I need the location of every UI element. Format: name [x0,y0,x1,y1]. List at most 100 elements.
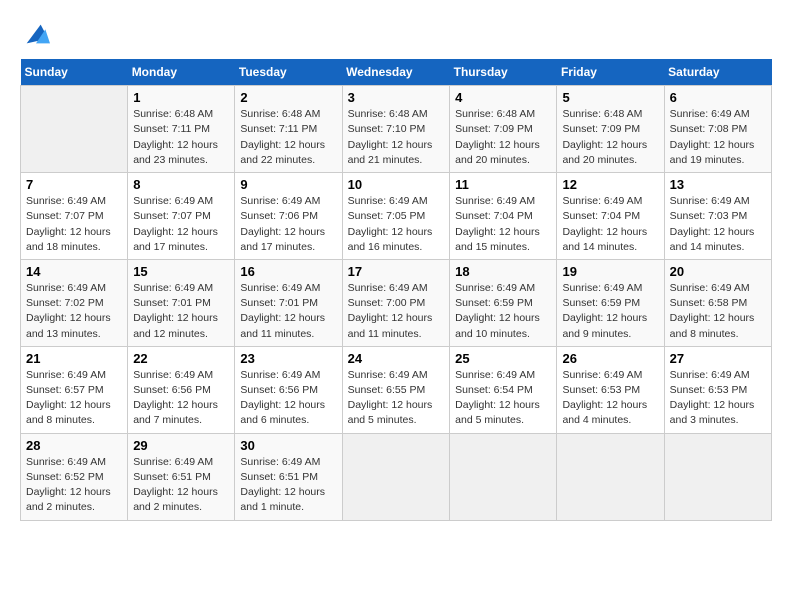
calendar-cell: 9Sunrise: 6:49 AMSunset: 7:06 PMDaylight… [235,173,342,260]
day-info: Sunrise: 6:48 AMSunset: 7:09 PMDaylight:… [562,107,658,168]
day-number: 6 [670,90,766,105]
calendar-cell [342,433,450,520]
logo-icon [22,20,50,48]
day-header-friday: Friday [557,59,664,86]
day-info: Sunrise: 6:49 AMSunset: 7:02 PMDaylight:… [26,281,122,342]
day-info: Sunrise: 6:49 AMSunset: 7:04 PMDaylight:… [562,194,658,255]
calendar-header-row: SundayMondayTuesdayWednesdayThursdayFrid… [21,59,772,86]
calendar-cell: 5 Sunrise: 6:48 AMSunset: 7:09 PMDaylight… [557,86,664,173]
day-info: Sunrise: 6:49 AMSunset: 6:59 PMDaylight:… [562,281,658,342]
day-info: Sunrise: 6:49 AMSunset: 6:57 PMDaylight:… [26,368,122,429]
calendar-cell: 10 Sunrise: 6:49 AMSunset: 7:05 PMDayligh… [342,173,450,260]
calendar-cell: 30Sunrise: 6:49 AMSunset: 6:51 PMDayligh… [235,433,342,520]
day-info: Sunrise: 6:49 AMSunset: 7:05 PMDaylight:… [348,194,445,255]
calendar-cell: 13 Sunrise: 6:49 AMSunset: 7:03 PMDayligh… [664,173,771,260]
day-info: Sunrise: 6:48 AMSunset: 7:11 PMDaylight:… [240,107,336,168]
calendar-week-4: 21 Sunrise: 6:49 AMSunset: 6:57 PMDayligh… [21,346,772,433]
calendar-cell: 11 Sunrise: 6:49 AMSunset: 7:04 PMDayligh… [450,173,557,260]
day-info: Sunrise: 6:49 AMSunset: 6:58 PMDaylight:… [670,281,766,342]
calendar-cell: 7 Sunrise: 6:49 AMSunset: 7:07 PMDaylight… [21,173,128,260]
calendar-cell: 4 Sunrise: 6:48 AMSunset: 7:09 PMDaylight… [450,86,557,173]
day-info: Sunrise: 6:49 AMSunset: 7:08 PMDaylight:… [670,107,766,168]
day-number: 15 [133,264,229,279]
logo-text [20,20,50,53]
day-number: 26 [562,351,658,366]
calendar-cell [450,433,557,520]
calendar-cell: 3Sunrise: 6:48 AMSunset: 7:10 PMDaylight… [342,86,450,173]
day-number: 27 [670,351,766,366]
calendar-week-1: 1 Sunrise: 6:48 AMSunset: 7:11 PMDaylight… [21,86,772,173]
day-header-wednesday: Wednesday [342,59,450,86]
day-info: Sunrise: 6:49 AMSunset: 7:03 PMDaylight:… [670,194,766,255]
day-number: 1 [133,90,229,105]
day-info: Sunrise: 6:49 AMSunset: 7:07 PMDaylight:… [26,194,122,255]
day-info: Sunrise: 6:49 AMSunset: 6:59 PMDaylight:… [455,281,551,342]
day-info: Sunrise: 6:49 AMSunset: 6:56 PMDaylight:… [133,368,229,429]
day-header-tuesday: Tuesday [235,59,342,86]
day-info: Sunrise: 6:49 AMSunset: 6:53 PMDaylight:… [562,368,658,429]
day-info: Sunrise: 6:49 AMSunset: 7:07 PMDaylight:… [133,194,229,255]
calendar-body: 1 Sunrise: 6:48 AMSunset: 7:11 PMDaylight… [21,86,772,520]
day-info: Sunrise: 6:48 AMSunset: 7:10 PMDaylight:… [348,107,445,168]
day-number: 2 [240,90,336,105]
day-number: 18 [455,264,551,279]
calendar-cell [21,86,128,173]
day-number: 4 [455,90,551,105]
day-number: 23 [240,351,336,366]
day-number: 22 [133,351,229,366]
day-info: Sunrise: 6:48 AMSunset: 7:09 PMDaylight:… [455,107,551,168]
day-info: Sunrise: 6:49 AMSunset: 6:54 PMDaylight:… [455,368,551,429]
calendar-cell: 23Sunrise: 6:49 AMSunset: 6:56 PMDayligh… [235,346,342,433]
page-header [20,20,772,49]
calendar-cell: 27 Sunrise: 6:49 AMSunset: 6:53 PMDayligh… [664,346,771,433]
day-header-sunday: Sunday [21,59,128,86]
calendar-cell: 6 Sunrise: 6:49 AMSunset: 7:08 PMDaylight… [664,86,771,173]
day-number: 7 [26,177,122,192]
day-number: 17 [348,264,445,279]
day-info: Sunrise: 6:49 AMSunset: 6:51 PMDaylight:… [133,455,229,516]
calendar-cell [557,433,664,520]
calendar-week-5: 28Sunrise: 6:49 AMSunset: 6:52 PMDayligh… [21,433,772,520]
day-number: 5 [562,90,658,105]
calendar-cell: 29 Sunrise: 6:49 AMSunset: 6:51 PMDayligh… [128,433,235,520]
calendar-cell: 20 Sunrise: 6:49 AMSunset: 6:58 PMDayligh… [664,259,771,346]
day-number: 13 [670,177,766,192]
day-info: Sunrise: 6:49 AMSunset: 7:06 PMDaylight:… [240,194,336,255]
logo [20,20,50,49]
calendar-cell: 1 Sunrise: 6:48 AMSunset: 7:11 PMDaylight… [128,86,235,173]
calendar-cell: 21 Sunrise: 6:49 AMSunset: 6:57 PMDayligh… [21,346,128,433]
day-info: Sunrise: 6:49 AMSunset: 7:04 PMDaylight:… [455,194,551,255]
calendar-cell: 25 Sunrise: 6:49 AMSunset: 6:54 PMDayligh… [450,346,557,433]
calendar-cell: 17 Sunrise: 6:49 AMSunset: 7:00 PMDayligh… [342,259,450,346]
day-info: Sunrise: 6:48 AMSunset: 7:11 PMDaylight:… [133,107,229,168]
day-number: 19 [562,264,658,279]
day-number: 21 [26,351,122,366]
day-header-saturday: Saturday [664,59,771,86]
day-number: 20 [670,264,766,279]
calendar-cell: 14Sunrise: 6:49 AMSunset: 7:02 PMDayligh… [21,259,128,346]
day-number: 28 [26,438,122,453]
calendar-cell: 19 Sunrise: 6:49 AMSunset: 6:59 PMDayligh… [557,259,664,346]
day-info: Sunrise: 6:49 AMSunset: 7:01 PMDaylight:… [240,281,336,342]
calendar-cell: 28Sunrise: 6:49 AMSunset: 6:52 PMDayligh… [21,433,128,520]
calendar-cell: 15 Sunrise: 6:49 AMSunset: 7:01 PMDayligh… [128,259,235,346]
calendar-cell: 26 Sunrise: 6:49 AMSunset: 6:53 PMDayligh… [557,346,664,433]
calendar-table: SundayMondayTuesdayWednesdayThursdayFrid… [20,59,772,520]
day-header-thursday: Thursday [450,59,557,86]
day-number: 25 [455,351,551,366]
calendar-cell: 24Sunrise: 6:49 AMSunset: 6:55 PMDayligh… [342,346,450,433]
calendar-cell [664,433,771,520]
day-info: Sunrise: 6:49 AMSunset: 7:01 PMDaylight:… [133,281,229,342]
day-header-monday: Monday [128,59,235,86]
calendar-cell: 22 Sunrise: 6:49 AMSunset: 6:56 PMDayligh… [128,346,235,433]
calendar-cell: 16Sunrise: 6:49 AMSunset: 7:01 PMDayligh… [235,259,342,346]
day-info: Sunrise: 6:49 AMSunset: 7:00 PMDaylight:… [348,281,445,342]
calendar-week-3: 14Sunrise: 6:49 AMSunset: 7:02 PMDayligh… [21,259,772,346]
day-info: Sunrise: 6:49 AMSunset: 6:53 PMDaylight:… [670,368,766,429]
day-number: 10 [348,177,445,192]
day-number: 11 [455,177,551,192]
day-number: 8 [133,177,229,192]
day-number: 30 [240,438,336,453]
day-number: 29 [133,438,229,453]
calendar-cell: 12Sunrise: 6:49 AMSunset: 7:04 PMDayligh… [557,173,664,260]
